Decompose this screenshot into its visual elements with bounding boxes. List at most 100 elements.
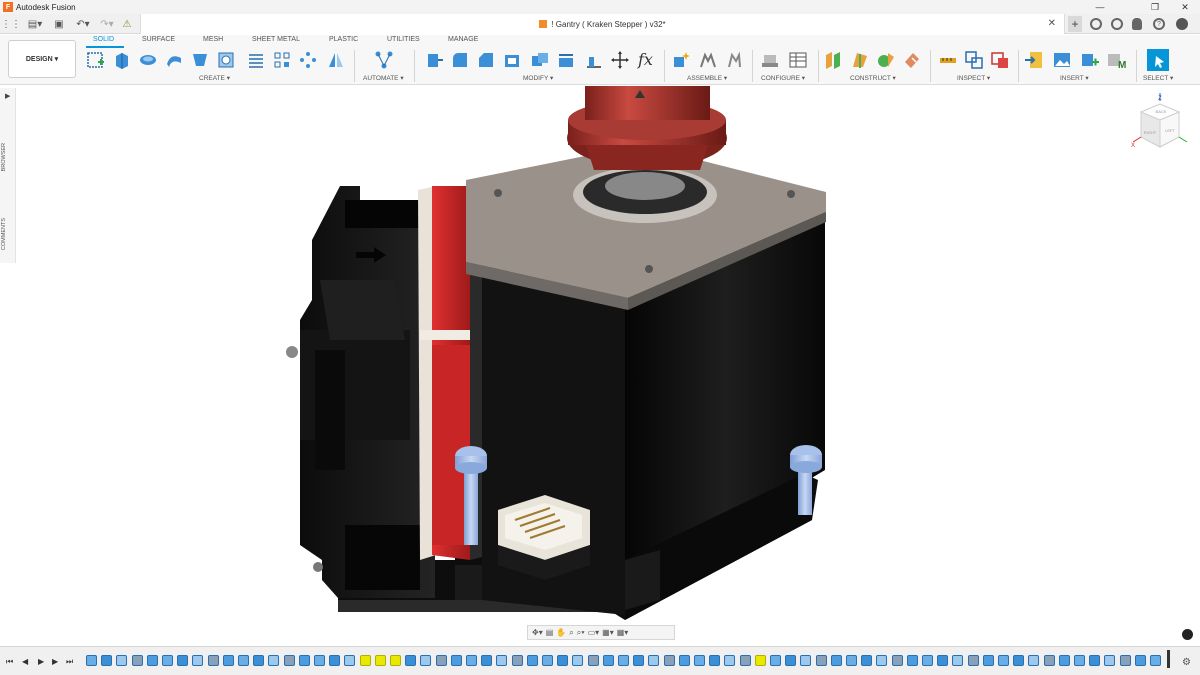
mirror-icon[interactable] bbox=[326, 50, 346, 70]
timeline-feature[interactable] bbox=[602, 655, 614, 666]
as-built-joint-icon[interactable] bbox=[724, 50, 744, 70]
help-icon[interactable]: ? bbox=[1153, 18, 1165, 30]
timeline-feature[interactable] bbox=[435, 655, 447, 666]
browser-label[interactable]: BROWSER bbox=[1, 143, 7, 171]
extrude-icon[interactable] bbox=[112, 50, 132, 70]
maximize-icon[interactable]: ❐ bbox=[1140, 0, 1170, 14]
timeline-feature[interactable] bbox=[922, 655, 933, 666]
tab-solid[interactable]: SOLID bbox=[93, 36, 114, 43]
timeline-feature[interactable] bbox=[1043, 655, 1055, 666]
sweep-icon[interactable] bbox=[164, 50, 184, 70]
midplane-icon[interactable] bbox=[902, 50, 922, 70]
document-tab[interactable]: ! Gantry ( Kraken Stepper ) v32* ✕ bbox=[140, 14, 1065, 34]
timeline-feature[interactable] bbox=[952, 655, 964, 666]
app-grid-icon[interactable]: ⋮⋮ bbox=[1, 17, 21, 31]
timeline-feature[interactable] bbox=[420, 655, 432, 666]
timeline-feature[interactable] bbox=[815, 655, 827, 666]
zoom-icon[interactable]: ⌕▾ bbox=[577, 628, 585, 638]
group-configure[interactable]: CONFIGURE ▾ bbox=[761, 74, 805, 82]
tab-sheet-metal[interactable]: SHEET METAL bbox=[252, 36, 300, 43]
timeline-feature[interactable] bbox=[511, 655, 523, 666]
timeline-next-icon[interactable]: ▶ bbox=[52, 657, 58, 666]
timeline-feature[interactable] bbox=[1074, 655, 1085, 666]
group-inspect[interactable]: INSPECT ▾ bbox=[957, 74, 990, 82]
timeline-feature[interactable] bbox=[770, 655, 781, 666]
timeline-feature[interactable] bbox=[177, 655, 189, 666]
timeline-feature[interactable] bbox=[526, 655, 538, 666]
group-assemble[interactable]: ASSEMBLE ▾ bbox=[687, 74, 727, 82]
expand-arrow-icon[interactable]: ▶ bbox=[5, 92, 10, 100]
create-sketch-icon[interactable] bbox=[86, 50, 106, 70]
timeline-feature[interactable] bbox=[481, 655, 493, 666]
timeline-feature[interactable] bbox=[268, 655, 280, 666]
workspace-switcher[interactable]: DESIGN ▾ bbox=[8, 40, 76, 78]
timeline-feature[interactable] bbox=[466, 655, 477, 666]
group-select[interactable]: SELECT ▾ bbox=[1143, 74, 1173, 82]
timeline-feature[interactable] bbox=[405, 655, 417, 666]
timeline-feature[interactable] bbox=[1013, 655, 1025, 666]
hole-icon[interactable] bbox=[216, 50, 236, 70]
timeline-feature[interactable] bbox=[557, 655, 569, 666]
timeline-feature[interactable] bbox=[146, 655, 158, 666]
timeline-feature[interactable] bbox=[982, 655, 994, 666]
move-copy-icon[interactable] bbox=[610, 50, 630, 70]
timeline-feature[interactable] bbox=[785, 655, 797, 666]
file-menu-icon[interactable]: ▤▾ bbox=[24, 17, 46, 31]
timeline-feature[interactable] bbox=[162, 655, 173, 666]
timeline-feature[interactable] bbox=[937, 655, 949, 666]
timeline-feature[interactable] bbox=[298, 655, 310, 666]
comment-icon[interactable] bbox=[1182, 629, 1193, 640]
new-tab-icon[interactable]: + bbox=[1068, 16, 1082, 32]
timeline-feature[interactable] bbox=[496, 655, 508, 666]
chamfer-icon[interactable] bbox=[476, 50, 496, 70]
timeline-feature[interactable] bbox=[891, 655, 903, 666]
group-automate[interactable]: AUTOMATE ▾ bbox=[363, 74, 404, 82]
rectangular-pattern-icon[interactable] bbox=[272, 50, 292, 70]
timeline-feature[interactable] bbox=[724, 655, 736, 666]
timeline-start-icon[interactable]: ⏮ bbox=[6, 657, 13, 667]
canvas-icon[interactable] bbox=[1052, 50, 1072, 70]
timeline-feature[interactable] bbox=[116, 655, 128, 666]
timeline-feature[interactable] bbox=[374, 655, 386, 666]
timeline-feature[interactable] bbox=[390, 655, 401, 666]
timeline-feature[interactable] bbox=[648, 655, 660, 666]
online-status-icon[interactable] bbox=[1111, 18, 1123, 30]
display-settings-icon[interactable]: ▭▾ bbox=[588, 628, 600, 637]
insert-mcmaster-icon[interactable]: M bbox=[1106, 50, 1126, 70]
timeline-feature[interactable] bbox=[998, 655, 1009, 666]
timeline-prev-icon[interactable]: ◀ bbox=[22, 657, 28, 666]
close-tab-icon[interactable]: ✕ bbox=[1048, 18, 1056, 29]
extensions-icon[interactable] bbox=[1090, 18, 1102, 30]
timeline-feature[interactable] bbox=[876, 655, 888, 666]
plane-at-angle-icon[interactable] bbox=[850, 50, 870, 70]
tab-mesh[interactable]: MESH bbox=[203, 36, 223, 43]
minimize-icon[interactable]: — bbox=[1085, 0, 1115, 14]
interference-icon[interactable] bbox=[964, 50, 984, 70]
grid-icon[interactable]: ▦▾ bbox=[617, 628, 629, 637]
timeline-feature[interactable] bbox=[572, 655, 584, 666]
tab-plastic[interactable]: PLASTIC bbox=[329, 36, 358, 43]
timeline-feature[interactable] bbox=[1119, 655, 1131, 666]
tangent-plane-icon[interactable] bbox=[876, 50, 896, 70]
tab-utilities[interactable]: UTILITIES bbox=[387, 36, 420, 43]
timeline-feature[interactable] bbox=[1150, 655, 1161, 666]
timeline-feature[interactable] bbox=[846, 655, 857, 666]
view-cube[interactable]: Z BACK RIGHT LEFT X bbox=[1127, 92, 1193, 156]
viewcube-back-label[interactable]: BACK bbox=[1156, 109, 1167, 114]
press-pull-icon[interactable] bbox=[424, 50, 444, 70]
timeline-feature[interactable] bbox=[754, 655, 766, 666]
timeline-end-icon[interactable]: ⏭ bbox=[66, 657, 73, 667]
timeline-feature[interactable] bbox=[1134, 655, 1146, 666]
automate-icon[interactable] bbox=[374, 50, 394, 70]
job-status-icon[interactable]: ⚠ bbox=[120, 17, 134, 31]
insert-derive-icon[interactable] bbox=[1024, 50, 1044, 70]
parameters-icon[interactable]: fx bbox=[638, 50, 658, 70]
timeline-feature[interactable] bbox=[800, 655, 812, 666]
timeline-settings-icon[interactable]: ⚙ bbox=[1182, 657, 1191, 668]
offset-face-icon[interactable] bbox=[556, 50, 576, 70]
timeline-feature[interactable] bbox=[861, 655, 873, 666]
fan[interactable] bbox=[286, 186, 435, 598]
circular-pattern-icon[interactable] bbox=[298, 50, 318, 70]
timeline-feature[interactable] bbox=[450, 655, 462, 666]
shell-icon[interactable] bbox=[502, 50, 522, 70]
